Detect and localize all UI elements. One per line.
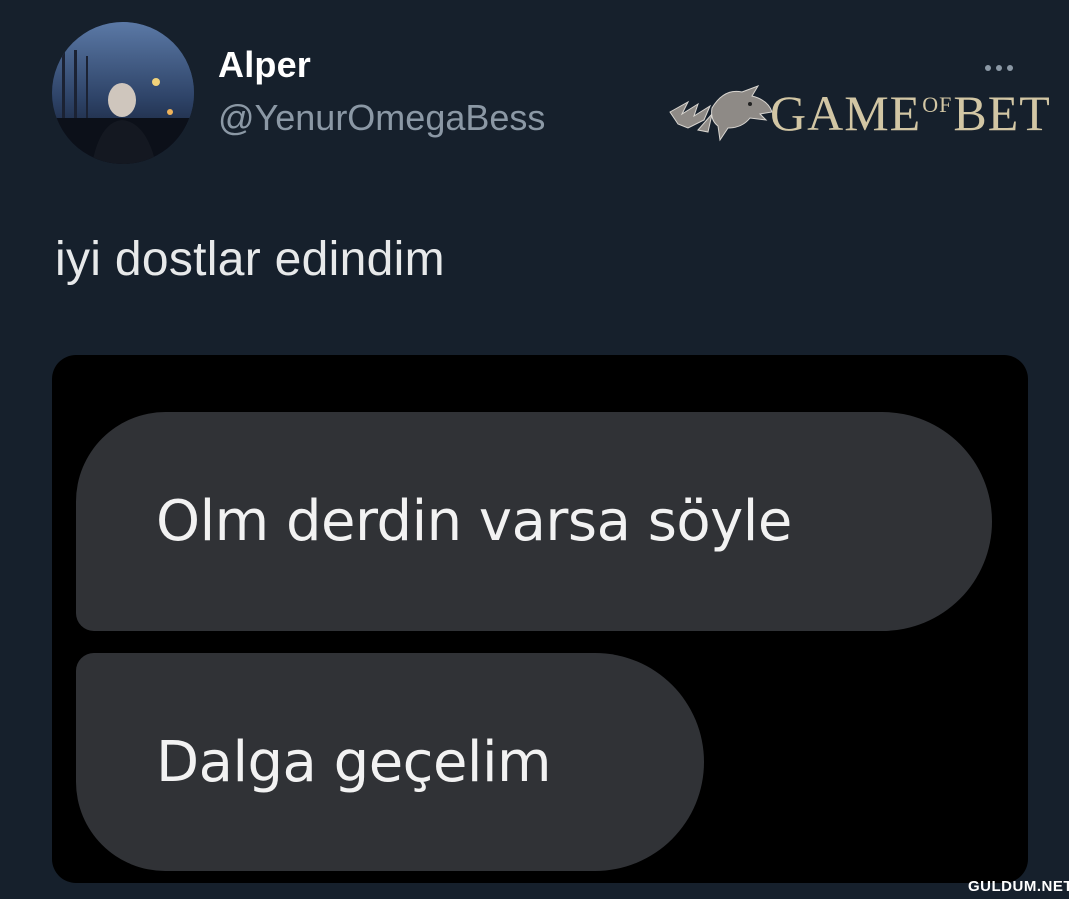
message-bubble-2: Dalga geçelim — [76, 653, 704, 871]
site-watermark: GULDUM.NET — [968, 878, 1069, 895]
author-display-name[interactable]: Alper — [218, 44, 311, 86]
tweet-media-image[interactable]: Olm derdin varsa söyle Dalga geçelim — [52, 355, 1028, 883]
gameofbet-logo-text: GAMEOFBET — [770, 85, 1051, 141]
tweet-card: Alper @YenurOmegaBess GAMEOFBET iyi dost… — [0, 0, 1069, 899]
avatar[interactable] — [52, 22, 194, 164]
author-handle[interactable]: @YenurOmegaBess — [218, 97, 545, 139]
message-text-1: Olm derdin varsa söyle — [156, 489, 792, 554]
wolf-sigil-icon — [669, 85, 773, 142]
tweet-text: iyi dostlar edindim — [55, 233, 445, 286]
gameofbet-logo: GAMEOFBET — [668, 78, 1050, 144]
message-text-2: Dalga geçelim — [156, 729, 552, 795]
avatar-photo — [52, 22, 194, 164]
message-bubble-1: Olm derdin varsa söyle — [76, 412, 992, 631]
more-horizontal-icon[interactable] — [985, 58, 1025, 74]
